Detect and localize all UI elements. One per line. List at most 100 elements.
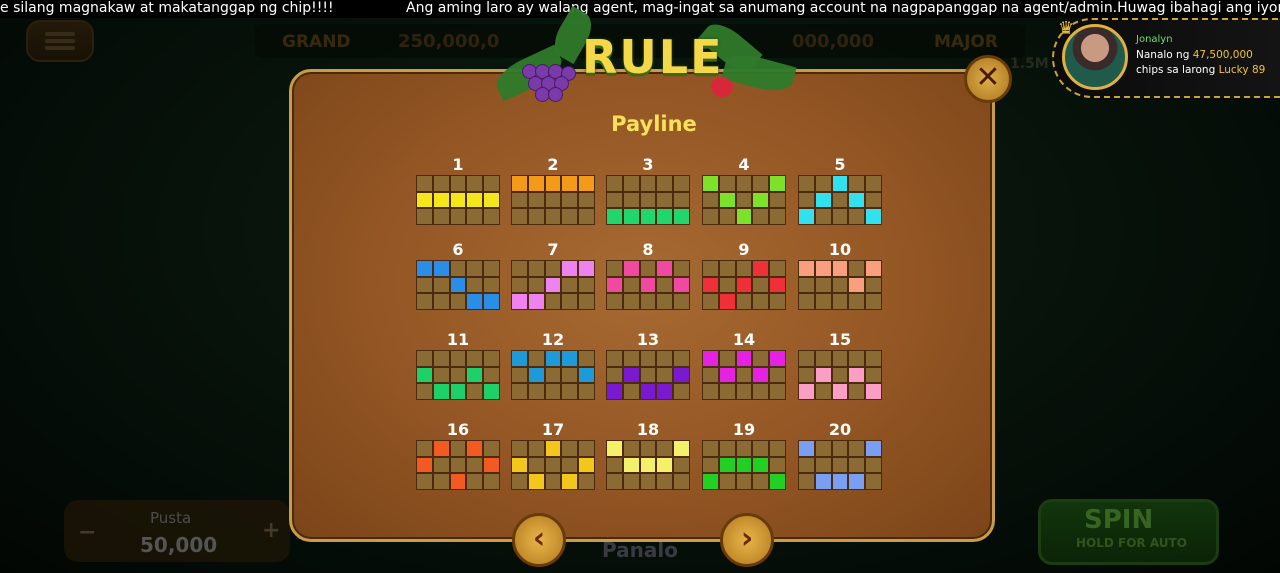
payline-cell: [703, 384, 718, 399]
payline-cell-active: [736, 457, 752, 473]
payline-number: 15: [828, 330, 852, 349]
payline-cell-active: [657, 261, 673, 276]
payline-diagram: [416, 260, 500, 310]
payline-cell: [623, 294, 639, 309]
payline-cell-active: [433, 192, 449, 208]
payline-cell: [703, 209, 718, 224]
payline-cell: [703, 261, 718, 276]
payline-number: 2: [547, 155, 559, 174]
payline-cell: [657, 351, 673, 366]
payline-cell-active: [832, 176, 848, 191]
payline-diagram: [416, 440, 500, 490]
payline-cell-active: [545, 441, 561, 456]
payline-cell: [866, 474, 881, 489]
payline-cell: [657, 441, 673, 456]
payline-cell: [450, 457, 466, 473]
payline-cell: [545, 474, 561, 489]
payline-number: 14: [732, 330, 756, 349]
payline-cell: [753, 277, 769, 293]
payline-cell: [484, 261, 499, 276]
payline-cell-active: [512, 457, 527, 473]
payline-cell: [450, 351, 466, 366]
payline-cell: [562, 294, 578, 309]
payline-diagram: [511, 260, 595, 310]
payline-cell: [417, 277, 432, 293]
payline-cell: [433, 176, 449, 191]
payline-cell-active: [736, 277, 752, 293]
payline-cell: [528, 261, 544, 276]
payline-diagram: [798, 440, 882, 490]
payline-cell-active: [657, 209, 673, 224]
payline-cell: [467, 351, 483, 366]
payline-cell: [623, 176, 639, 191]
prev-page-button[interactable]: ‹: [512, 513, 566, 567]
payline-cell-active: [484, 457, 499, 473]
payline-cell: [433, 209, 449, 224]
payline-cell: [815, 176, 831, 191]
payline-cell-active: [770, 474, 785, 489]
payline-cell: [674, 457, 689, 473]
payline-cell: [674, 351, 689, 366]
payline-cell: [607, 176, 622, 191]
payline-cell: [866, 176, 881, 191]
payline-cell: [815, 277, 831, 293]
payline-cell: [528, 192, 544, 208]
payline-cell: [579, 384, 594, 399]
payline-cell: [545, 457, 561, 473]
payline-cell: [832, 351, 848, 366]
payline-cell-active: [640, 457, 656, 473]
payline-cell-active: [579, 176, 594, 191]
payline-cell-active: [450, 192, 466, 208]
payline-cell-active: [719, 367, 735, 383]
payline-cell: [467, 384, 483, 399]
payline-cell-active: [623, 261, 639, 276]
payline-cell: [512, 209, 527, 224]
payline-cell: [674, 474, 689, 489]
payline-number: 18: [636, 420, 660, 439]
payline-cell: [512, 441, 527, 456]
payline-cell-active: [545, 351, 561, 366]
payline-cell: [866, 367, 881, 383]
payline-cell: [607, 367, 622, 383]
payline-cell: [433, 294, 449, 309]
payline-cell: [562, 277, 578, 293]
payline-cell: [770, 294, 785, 309]
payline-cell: [450, 176, 466, 191]
payline-diagram: [606, 175, 690, 225]
payline-cell-active: [640, 209, 656, 224]
payline-cell: [450, 294, 466, 309]
payline-cell: [528, 441, 544, 456]
payline-cell: [512, 277, 527, 293]
payline-cell-active: [545, 176, 561, 191]
payline-cell: [657, 294, 673, 309]
payline-cell-active: [512, 176, 527, 191]
payline-number: 19: [732, 420, 756, 439]
payline-cell-active: [849, 277, 865, 293]
payline-cell-active: [528, 474, 544, 489]
payline-cell: [866, 351, 881, 366]
payline-cell: [545, 209, 561, 224]
payline-cell: [736, 176, 752, 191]
payline-cell-active: [703, 474, 718, 489]
payline-cell: [866, 294, 881, 309]
payline-cell: [512, 192, 527, 208]
payline-cell-active: [736, 209, 752, 224]
payline-cell-active: [623, 209, 639, 224]
payline-cell: [433, 367, 449, 383]
payline-cell: [512, 367, 527, 383]
payline-cell: [799, 192, 814, 208]
payline-cell: [719, 441, 735, 456]
payline-cell-active: [467, 441, 483, 456]
next-page-button[interactable]: ›: [720, 513, 774, 567]
payline-cell-active: [832, 384, 848, 399]
payline-cell: [484, 209, 499, 224]
payline-cell: [849, 176, 865, 191]
payline-cell: [562, 209, 578, 224]
close-button[interactable]: ✕: [964, 55, 1012, 103]
payline-cell-active: [450, 384, 466, 399]
payline-cell-active: [467, 294, 483, 309]
payline-cell-active: [753, 192, 769, 208]
payline-number: 12: [541, 330, 565, 349]
payline-cell: [719, 474, 735, 489]
payline-cell: [753, 176, 769, 191]
